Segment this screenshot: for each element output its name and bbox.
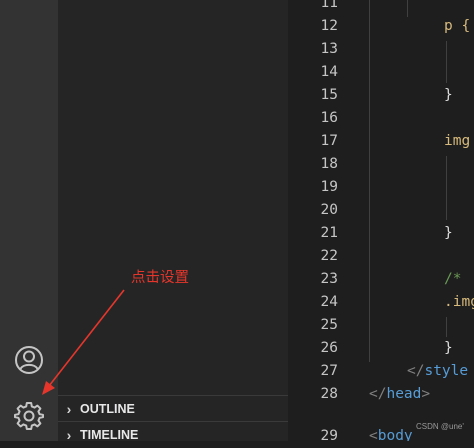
watermark: CSDN @une'	[416, 422, 464, 431]
annotation-arrow	[42, 289, 125, 395]
